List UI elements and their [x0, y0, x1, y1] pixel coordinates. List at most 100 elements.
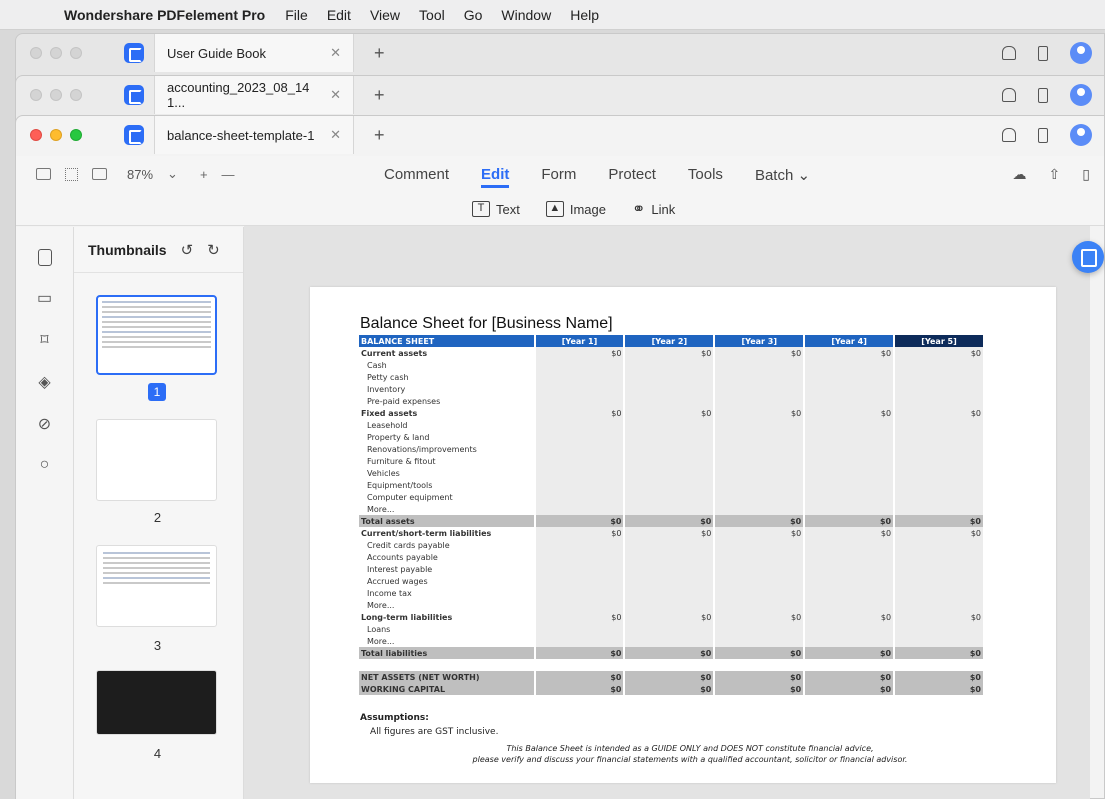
- value-cell[interactable]: [894, 623, 985, 635]
- row-label[interactable]: More...: [359, 635, 536, 647]
- value-cell[interactable]: $0: [804, 515, 896, 527]
- edit-image-button[interactable]: ▲ Image: [545, 201, 606, 217]
- chevron-down-icon[interactable]: ⌄: [167, 166, 178, 182]
- value-cell[interactable]: [624, 395, 716, 407]
- value-cell[interactable]: [894, 443, 985, 455]
- value-cell[interactable]: [624, 503, 716, 515]
- value-cell[interactable]: [624, 359, 716, 371]
- value-cell[interactable]: [804, 491, 896, 503]
- close-tab-icon[interactable]: ✕: [330, 87, 341, 103]
- pdf-page[interactable]: Balance Sheet for [Business Name] BALANC…: [310, 287, 1056, 783]
- value-cell[interactable]: [804, 623, 896, 635]
- value-cell[interactable]: [534, 539, 626, 551]
- cloud-upload-icon[interactable]: ☁: [1013, 166, 1027, 183]
- value-cell[interactable]: $0: [624, 611, 716, 623]
- edit-text-button[interactable]: T Text: [472, 201, 520, 217]
- close-window-button[interactable]: [30, 129, 42, 141]
- value-cell[interactable]: $0: [534, 347, 626, 359]
- value-cell[interactable]: [624, 467, 716, 479]
- share-icon[interactable]: ⇧: [1049, 166, 1061, 183]
- value-cell[interactable]: [894, 455, 985, 467]
- row-label[interactable]: Current assets: [359, 347, 536, 359]
- value-cell[interactable]: [714, 443, 806, 455]
- avatar[interactable]: [1070, 42, 1092, 64]
- ai-assistant-button[interactable]: [1072, 241, 1104, 273]
- value-cell[interactable]: $0: [804, 647, 896, 659]
- row-label[interactable]: Leasehold: [359, 419, 536, 431]
- value-cell[interactable]: $0: [714, 347, 806, 359]
- value-cell[interactable]: [624, 551, 716, 563]
- row-label[interactable]: Current/short-term liabilities: [359, 527, 536, 539]
- value-cell[interactable]: [624, 563, 716, 575]
- value-cell[interactable]: [804, 599, 896, 611]
- value-cell[interactable]: [624, 659, 716, 671]
- value-cell[interactable]: [714, 383, 806, 395]
- right-panel-icon[interactable]: ▯: [1082, 166, 1090, 183]
- value-cell[interactable]: [804, 503, 896, 515]
- row-label[interactable]: More...: [359, 599, 536, 611]
- value-cell[interactable]: [534, 659, 626, 671]
- value-cell[interactable]: [804, 431, 896, 443]
- value-cell[interactable]: [804, 551, 896, 563]
- value-cell[interactable]: [894, 563, 985, 575]
- value-cell[interactable]: $0: [894, 347, 985, 359]
- value-cell[interactable]: $0: [894, 515, 985, 527]
- menu-file[interactable]: File: [285, 7, 308, 23]
- value-cell[interactable]: [534, 359, 626, 371]
- value-cell[interactable]: [624, 479, 716, 491]
- disclaimer-line-1[interactable]: This Balance Sheet is intended as a GUID…: [410, 743, 970, 754]
- value-cell[interactable]: [624, 599, 716, 611]
- value-cell[interactable]: [534, 503, 626, 515]
- row-label[interactable]: Cash: [359, 359, 536, 371]
- bell-icon[interactable]: [1002, 46, 1016, 60]
- value-cell[interactable]: [804, 419, 896, 431]
- value-cell[interactable]: [714, 563, 806, 575]
- value-cell[interactable]: [804, 371, 896, 383]
- header-cell[interactable]: BALANCE SHEET: [359, 335, 536, 347]
- header-cell[interactable]: [Year 1]: [534, 335, 626, 347]
- value-cell[interactable]: $0: [534, 647, 626, 659]
- value-cell[interactable]: $0: [804, 671, 896, 683]
- value-cell[interactable]: [624, 371, 716, 383]
- row-label[interactable]: Long-term liabilities: [359, 611, 536, 623]
- value-cell[interactable]: [714, 359, 806, 371]
- value-cell[interactable]: $0: [624, 407, 716, 419]
- value-cell[interactable]: $0: [624, 683, 716, 695]
- row-label[interactable]: Total assets: [359, 515, 536, 527]
- value-cell[interactable]: [804, 467, 896, 479]
- row-label[interactable]: Property & land: [359, 431, 536, 443]
- value-cell[interactable]: [534, 371, 626, 383]
- app-name-menu[interactable]: Wondershare PDFelement Pro: [64, 7, 265, 23]
- value-cell[interactable]: [894, 503, 985, 515]
- thumbnail-page-3[interactable]: 3: [96, 545, 217, 653]
- value-cell[interactable]: [894, 659, 985, 671]
- menu-tool[interactable]: Tool: [419, 7, 445, 23]
- document-title[interactable]: Balance Sheet for [Business Name]: [360, 315, 613, 333]
- bell-icon[interactable]: [1002, 88, 1016, 102]
- header-cell[interactable]: [Year 4]: [804, 335, 896, 347]
- value-cell[interactable]: [804, 539, 896, 551]
- value-cell[interactable]: [804, 395, 896, 407]
- value-cell[interactable]: $0: [804, 347, 896, 359]
- zoom-out-icon[interactable]: —: [222, 167, 235, 182]
- value-cell[interactable]: [714, 371, 806, 383]
- rotate-left-icon[interactable]: ↺: [181, 241, 194, 259]
- value-cell[interactable]: [534, 599, 626, 611]
- value-cell[interactable]: [894, 635, 985, 647]
- assumptions-text[interactable]: All figures are GST inclusive.: [360, 727, 498, 737]
- value-cell[interactable]: [714, 491, 806, 503]
- row-label[interactable]: Total liabilities: [359, 647, 536, 659]
- value-cell[interactable]: [894, 587, 985, 599]
- value-cell[interactable]: [714, 659, 806, 671]
- value-cell[interactable]: [894, 539, 985, 551]
- value-cell[interactable]: [714, 551, 806, 563]
- value-cell[interactable]: $0: [534, 671, 626, 683]
- menu-help[interactable]: Help: [570, 7, 599, 23]
- value-cell[interactable]: $0: [714, 527, 806, 539]
- value-cell[interactable]: $0: [534, 515, 626, 527]
- value-cell[interactable]: [534, 623, 626, 635]
- row-label[interactable]: NET ASSETS (NET WORTH): [359, 671, 536, 683]
- value-cell[interactable]: $0: [534, 683, 626, 695]
- value-cell[interactable]: $0: [804, 683, 896, 695]
- value-cell[interactable]: $0: [624, 671, 716, 683]
